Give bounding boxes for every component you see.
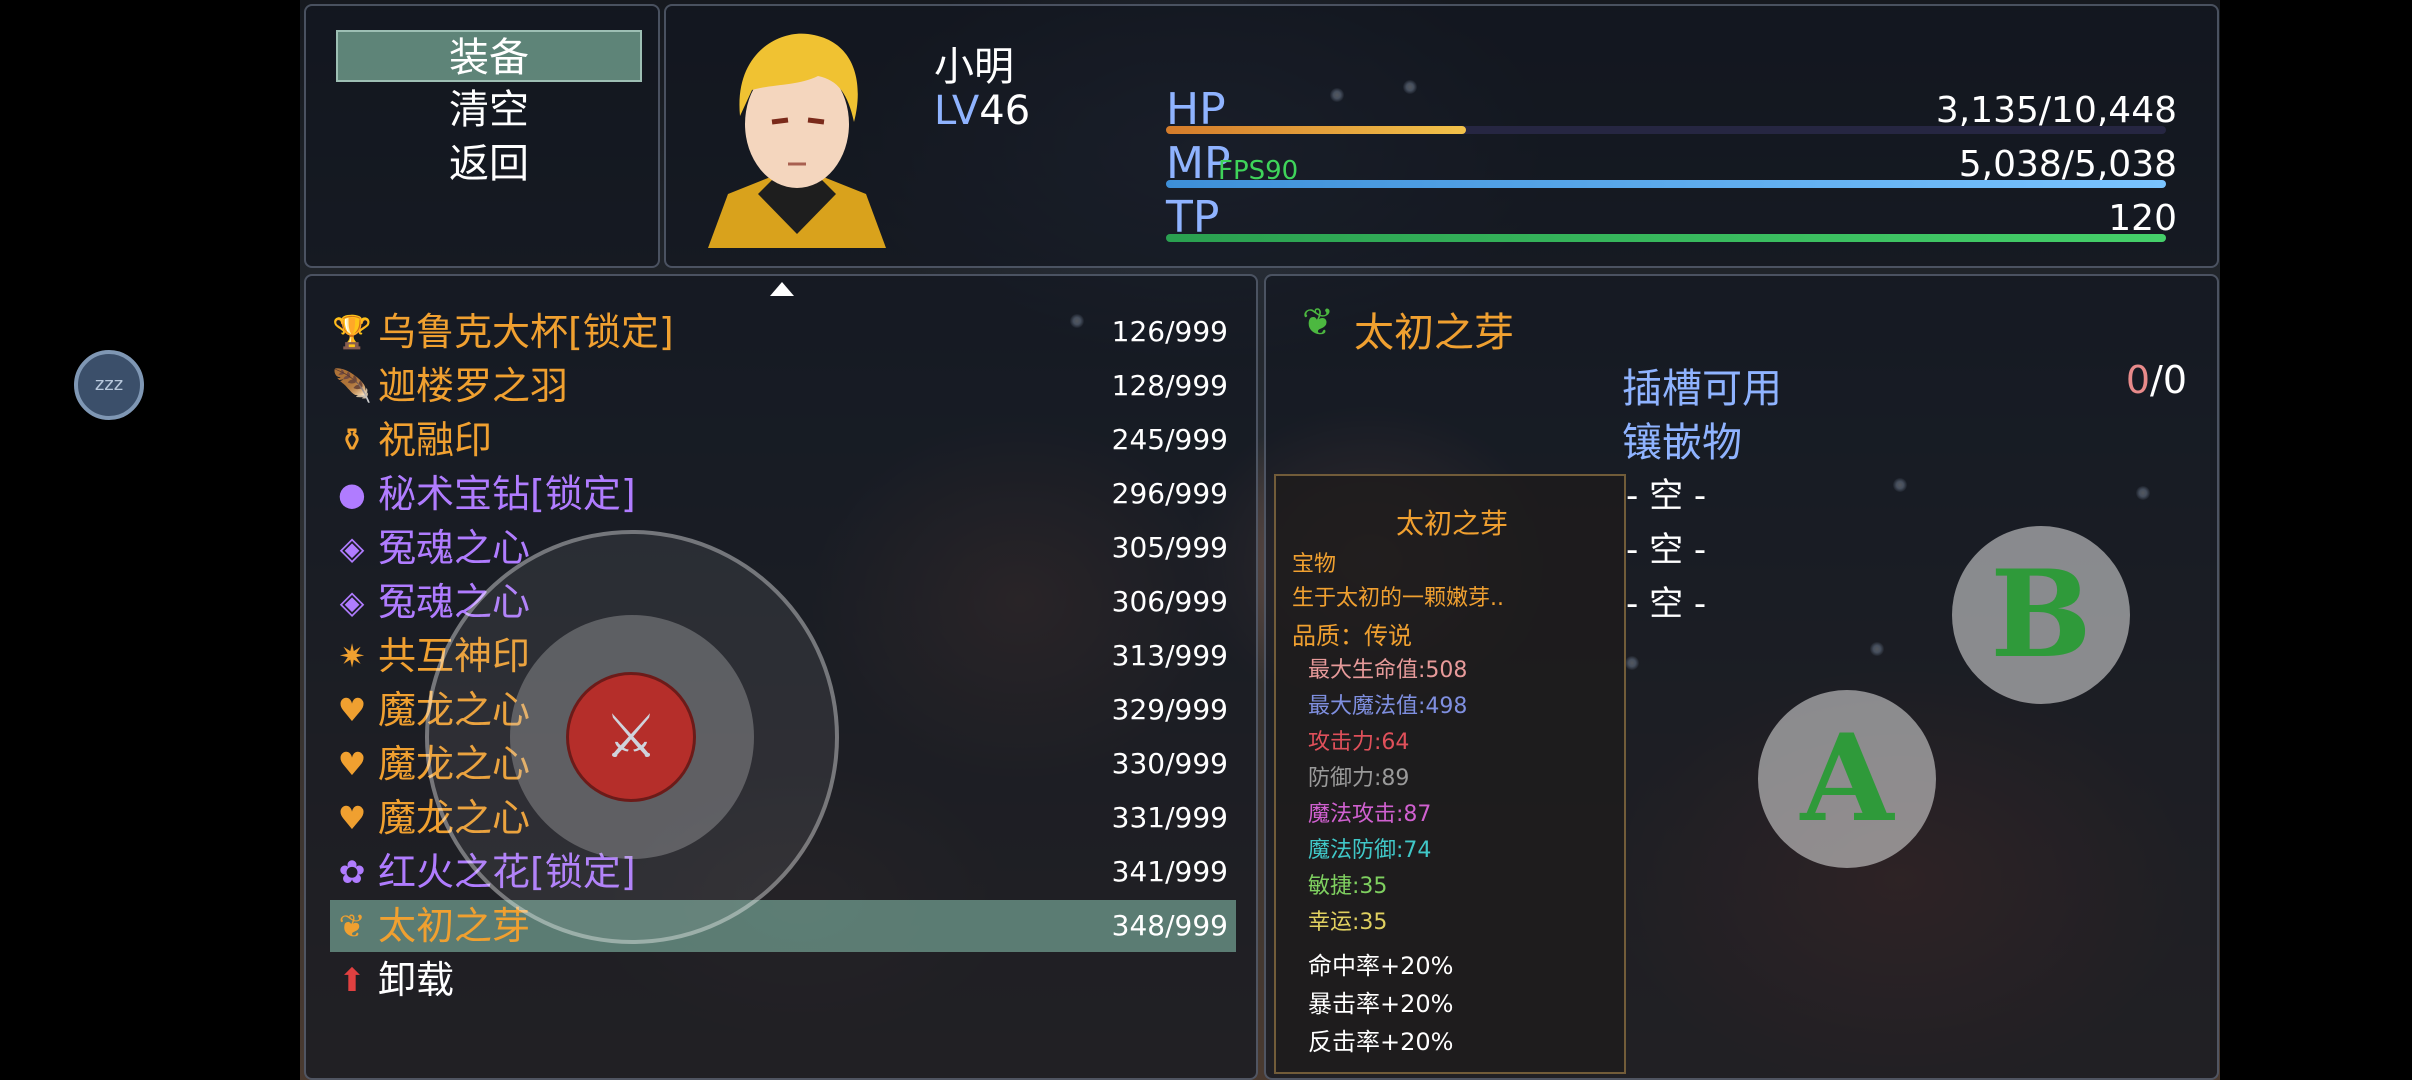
item-row[interactable]: 🏆 乌鲁克大杯[锁定] 126/999 bbox=[330, 306, 1236, 358]
tooltip-stat: 魔法防御:74 bbox=[1308, 838, 1432, 863]
sprout-icon: ❦ bbox=[338, 907, 366, 945]
tp-value: 120 bbox=[2108, 198, 2177, 239]
seal-icon: ⚱ bbox=[338, 421, 366, 459]
item-count: 330/999 bbox=[1111, 747, 1228, 780]
mp-value: 5,038/5,038 bbox=[1958, 144, 2177, 185]
item-row[interactable]: 🪶 迦楼罗之羽 128/999 bbox=[330, 360, 1236, 412]
item-count: 329/999 bbox=[1111, 693, 1228, 726]
item-name: 迦楼罗之羽 bbox=[378, 364, 569, 408]
b-button[interactable]: B bbox=[1952, 526, 2130, 704]
item-row[interactable]: ◈ 冤魂之心 305/999 bbox=[330, 522, 1236, 574]
unequip-arrow-icon: ⬆ bbox=[338, 961, 366, 999]
a-button[interactable]: A bbox=[1758, 690, 1936, 868]
item-count: 331/999 bbox=[1111, 801, 1228, 834]
item-count: 126/999 bbox=[1111, 315, 1228, 348]
hp-value: 3,135/10,448 bbox=[1935, 90, 2177, 131]
slots-used: 0 bbox=[2125, 358, 2151, 402]
detail-item-title: 太初之芽 bbox=[1354, 310, 1514, 356]
inlay-slot: - 空 - bbox=[1626, 530, 1707, 570]
tooltip-stat: 防御力:89 bbox=[1308, 766, 1410, 791]
tp-gauge bbox=[1166, 234, 2166, 242]
item-tooltip: 太初之芽 宝物 生于太初的一颗嫩芽.. 品质：传说 最大生命值:508 最大魔法值… bbox=[1274, 474, 1626, 1074]
soul-heart-icon: ◈ bbox=[339, 529, 365, 567]
item-count: 313/999 bbox=[1111, 639, 1228, 672]
gem-icon: ● bbox=[338, 475, 366, 513]
trophy-icon: 🏆 bbox=[332, 313, 372, 351]
tooltip-name: 太初之芽 bbox=[1395, 507, 1508, 540]
fps-counter: FPS90 bbox=[1218, 156, 1299, 186]
fire-flower-icon: ✿ bbox=[338, 853, 366, 891]
item-count: 341/999 bbox=[1111, 855, 1228, 888]
slots-available-value: 0/0 bbox=[2126, 358, 2187, 402]
tooltip-stat: 最大魔法值:498 bbox=[1308, 694, 1468, 719]
item-name: 太初之芽 bbox=[378, 904, 531, 948]
joystick-knob[interactable]: ⚔ bbox=[566, 672, 696, 802]
item-row[interactable]: ❦ 太初之芽 348/999 bbox=[330, 900, 1236, 952]
inlay-slot: - 空 - bbox=[1626, 584, 1707, 624]
item-count: 128/999 bbox=[1111, 369, 1228, 402]
item-row[interactable]: ● 秘术宝钻[锁定] 296/999 bbox=[330, 468, 1236, 520]
item-name: 祝融印 bbox=[378, 418, 493, 462]
item-count: 348/999 bbox=[1111, 909, 1228, 942]
hp-gauge-fill bbox=[1166, 126, 1466, 134]
dragon-heart-icon: ♥ bbox=[337, 745, 367, 783]
tooltip-stat: 攻击力:64 bbox=[1308, 730, 1410, 755]
dragon-heart-icon: ♥ bbox=[337, 799, 367, 837]
tooltip-type: 宝物 bbox=[1292, 552, 1337, 577]
inlay-slot: - 空 - bbox=[1626, 476, 1707, 516]
tooltip-stat: 魔法攻击:87 bbox=[1308, 802, 1432, 827]
tooltip-extra: 反击率+20% bbox=[1308, 1028, 1454, 1056]
tp-gauge-fill bbox=[1166, 234, 2166, 242]
tooltip-stat: 最大生命值:508 bbox=[1308, 658, 1468, 683]
mp-gauge-fill bbox=[1166, 180, 2166, 188]
item-count: 245/999 bbox=[1111, 423, 1228, 456]
tooltip-extra: 命中率+20% bbox=[1308, 952, 1454, 980]
command-2[interactable]: 返回 bbox=[336, 138, 642, 190]
item-name: 冤魂之心 bbox=[378, 526, 531, 570]
actor-name: 小明 bbox=[934, 44, 1014, 90]
feather-icon: 🪶 bbox=[332, 367, 372, 405]
hp-gauge bbox=[1166, 126, 2166, 134]
scroll-up-arrow[interactable] bbox=[770, 282, 794, 296]
command-window: 装备 清空 返回 bbox=[304, 4, 660, 268]
command-0[interactable]: 装备 bbox=[336, 30, 642, 82]
item-count: 296/999 bbox=[1111, 477, 1228, 510]
level-label: LV bbox=[934, 88, 980, 134]
mp-gauge bbox=[1166, 180, 2166, 188]
mutual-seal-icon: ✷ bbox=[338, 637, 366, 675]
detail-item-icon: ❦ bbox=[1302, 300, 1334, 344]
tooltip-stat: 敏捷:35 bbox=[1308, 874, 1388, 899]
item-row[interactable]: ⚱ 祝融印 245/999 bbox=[330, 414, 1236, 466]
actor-level: LV46 bbox=[934, 88, 1030, 134]
status-window: 小明 LV46 HP 3,135/10,448 MP 5,038/5,038 T… bbox=[664, 4, 2219, 268]
slots-total: /0 bbox=[2150, 358, 2187, 402]
tooltip-quality: 品质：传说 bbox=[1292, 622, 1412, 650]
inlay-label: 镶嵌物 bbox=[1622, 420, 1742, 466]
tooltip-extra: 暴击率+20% bbox=[1308, 990, 1454, 1018]
command-1[interactable]: 清空 bbox=[336, 84, 642, 136]
item-name: 卸载 bbox=[378, 958, 455, 1002]
item-name: 秘术宝钻[锁定] bbox=[378, 472, 636, 516]
tooltip-desc: 生于太初的一颗嫩芽.. bbox=[1292, 586, 1504, 611]
item-count: 306/999 bbox=[1111, 585, 1228, 618]
slots-available-label: 插槽可用 bbox=[1622, 366, 1782, 412]
level-value: 46 bbox=[979, 88, 1031, 134]
item-name: 乌鲁克大杯[锁定] bbox=[378, 310, 674, 354]
sleep-badge[interactable]: zzz bbox=[74, 350, 144, 420]
dragon-heart-icon: ♥ bbox=[337, 691, 367, 729]
soul-heart-icon: ◈ bbox=[339, 583, 365, 621]
actor-portrait bbox=[688, 24, 906, 248]
tooltip-stat: 幸运:35 bbox=[1308, 910, 1388, 935]
item-row[interactable]: ⬆ 卸载 bbox=[330, 954, 1236, 1006]
item-count: 305/999 bbox=[1111, 531, 1228, 564]
